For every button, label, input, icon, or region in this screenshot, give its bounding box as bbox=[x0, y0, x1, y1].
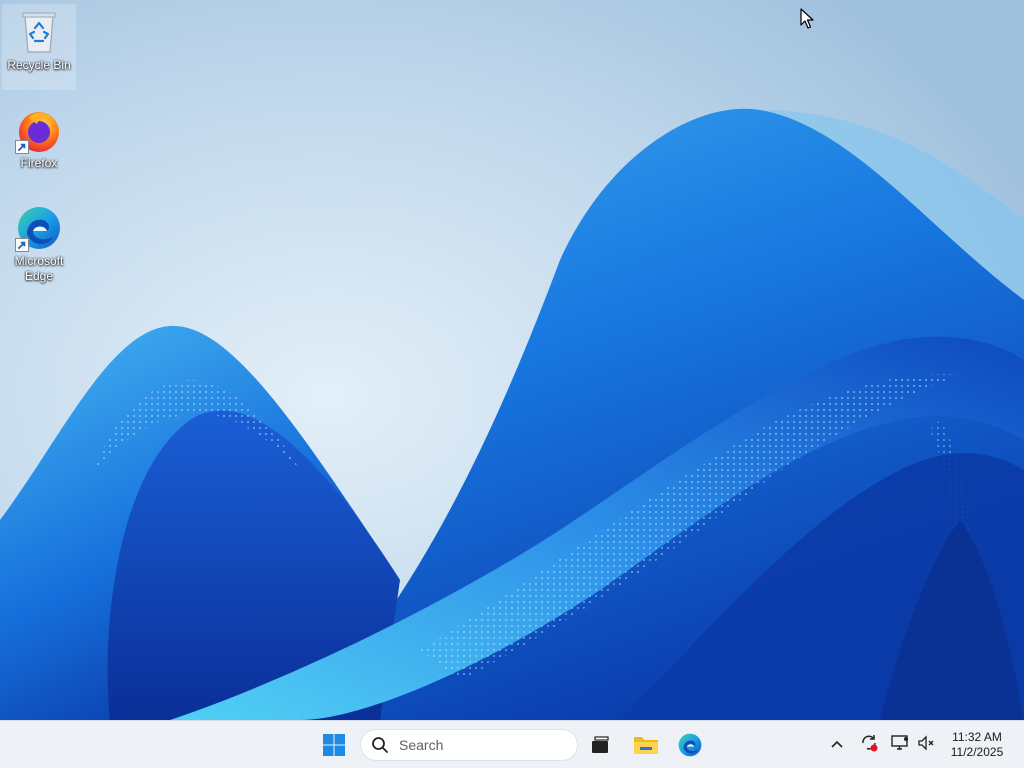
desktop-icon-microsoft-edge[interactable]: Microsoft Edge bbox=[2, 200, 76, 286]
desktop-icon-recycle-bin[interactable]: Recycle Bin bbox=[2, 4, 76, 90]
desktop-icon-label: Microsoft Edge bbox=[14, 254, 64, 283]
shortcut-arrow-icon bbox=[15, 238, 29, 252]
start-button[interactable] bbox=[314, 725, 354, 765]
search-input[interactable] bbox=[397, 736, 561, 754]
recycle-bin-icon bbox=[15, 8, 63, 56]
tray-volume-button[interactable] bbox=[914, 733, 938, 757]
clock-date: 11/2/2025 bbox=[950, 745, 1004, 759]
clock-time: 11:32 AM bbox=[952, 730, 1002, 744]
desktop-icon-label: Firefox bbox=[20, 156, 58, 170]
windows-logo-icon bbox=[322, 733, 346, 757]
firefox-icon bbox=[15, 106, 63, 154]
display-icon bbox=[890, 733, 910, 758]
edge-icon bbox=[15, 204, 63, 252]
sync-icon bbox=[859, 733, 879, 758]
tray-sync-button[interactable] bbox=[857, 733, 881, 757]
taskbar: 11:32 AM 11/2/2025 bbox=[0, 720, 1024, 768]
desktop-icon-label: Recycle Bin bbox=[7, 58, 71, 72]
taskbar-clock[interactable]: 11:32 AM 11/2/2025 bbox=[942, 729, 1012, 761]
shortcut-arrow-icon bbox=[15, 140, 29, 154]
task-view-button[interactable] bbox=[580, 725, 620, 765]
taskbar-search-box[interactable] bbox=[360, 729, 578, 761]
edge-icon bbox=[677, 732, 703, 758]
show-hidden-icons-button[interactable] bbox=[825, 733, 849, 757]
tray-network-button[interactable] bbox=[888, 733, 912, 757]
search-icon bbox=[371, 736, 389, 754]
file-explorer-button[interactable] bbox=[626, 725, 666, 765]
desktop-icon-firefox[interactable]: Firefox bbox=[2, 102, 76, 188]
desktop-wallpaper bbox=[0, 0, 1024, 720]
task-view-icon bbox=[589, 734, 611, 756]
edge-taskbar-button[interactable] bbox=[670, 725, 710, 765]
folder-icon bbox=[633, 734, 659, 756]
volume-muted-icon bbox=[916, 733, 936, 758]
chevron-up-icon bbox=[830, 736, 844, 754]
